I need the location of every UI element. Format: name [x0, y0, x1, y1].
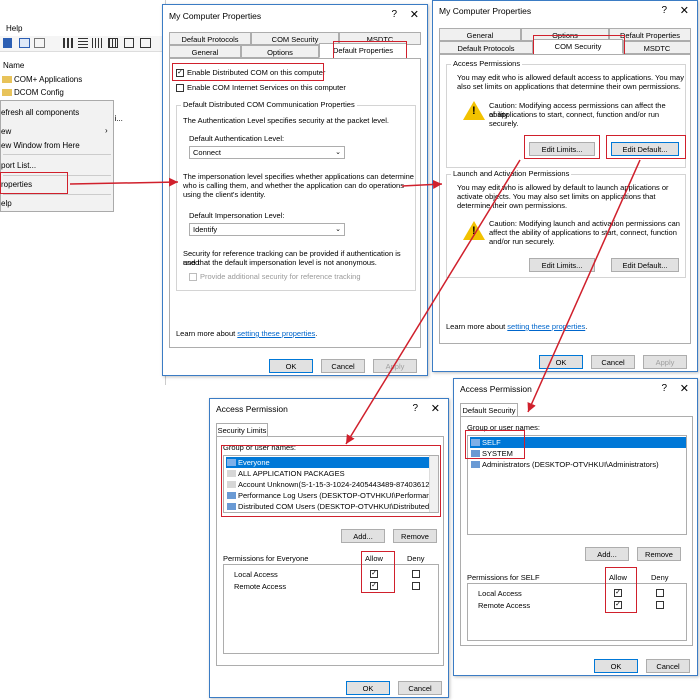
annotation-arrows — [69, 159, 641, 445]
arrow-default-props-to-com-security — [401, 179, 443, 189]
arrow-edit-default-to-access-permission — [527, 159, 641, 413]
arrow-properties-to-dialog — [69, 177, 179, 187]
arrow-edit-limits-to-access-permission — [345, 159, 521, 445]
